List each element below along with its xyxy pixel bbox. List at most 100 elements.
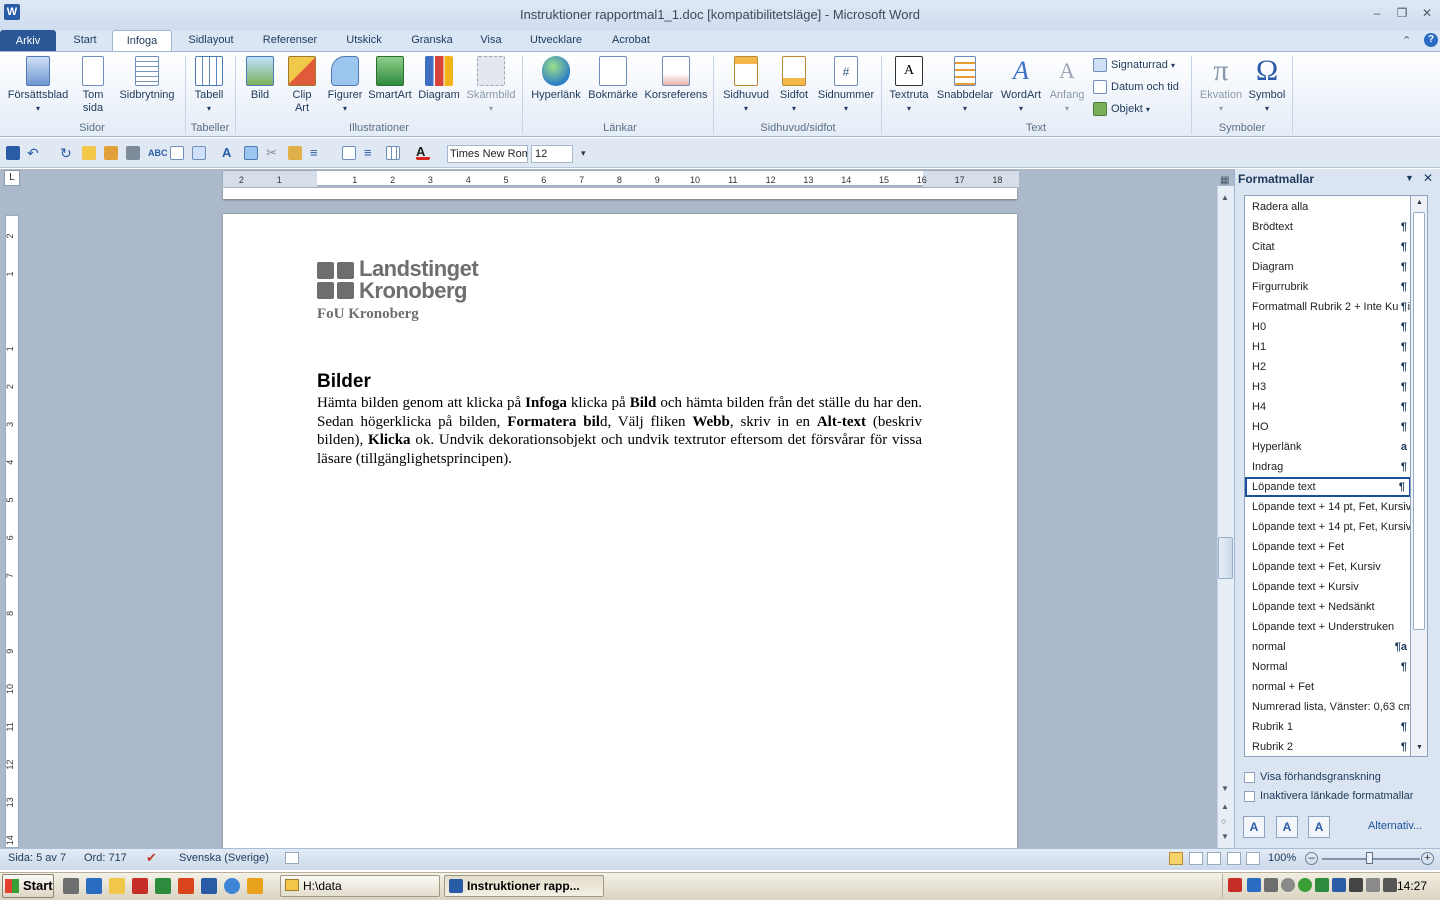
zoom-out-icon[interactable]: –	[1305, 852, 1318, 865]
collapse-ribbon-icon[interactable]: ⌃	[1402, 34, 1411, 47]
objekt-button[interactable]: Objekt ▾	[1093, 100, 1150, 118]
vertical-ruler[interactable]: 2 1 1 2 3 4 5 6 7 8 9 10 11 12 13 14	[5, 215, 19, 848]
tab-arkiv[interactable]: Arkiv	[0, 30, 56, 52]
figurer-button[interactable]: Figurer ▾	[324, 56, 366, 115]
bokmarke-button[interactable]: Bokmärke	[586, 56, 640, 102]
preview-checkbox[interactable]	[1244, 772, 1255, 783]
help-icon[interactable]: ?	[1424, 33, 1438, 47]
picture-small-icon[interactable]	[244, 146, 258, 160]
style-item[interactable]: Citat ¶	[1245, 237, 1410, 257]
taskbar-folder-button[interactable]: H:\data	[280, 875, 440, 897]
taskbar-word-button[interactable]: Instruktioner rapp...	[444, 875, 604, 897]
style-item[interactable]: Firgurrubrik ¶	[1245, 277, 1410, 297]
datum-och-tid-button[interactable]: Datum och tid	[1093, 78, 1179, 96]
tab-utskick[interactable]: Utskick	[336, 30, 392, 52]
style-item[interactable]: Löpande text + Kursiv	[1245, 577, 1410, 597]
tab-utvecklare[interactable]: Utvecklare	[520, 30, 592, 52]
horizontal-ruler[interactable]: 2 1 1 2 3 4 5 6 7 8 9 10 11 12 13 14 15 16 17 18	[222, 170, 1019, 187]
outlook-app-icon[interactable]	[247, 878, 263, 894]
style-item[interactable]: H4 ¶	[1245, 397, 1410, 417]
font-name-field[interactable]: Times New Roman	[447, 145, 528, 163]
pdf-app-icon[interactable]	[132, 878, 148, 894]
tabell-button[interactable]: Tabell ▾	[190, 56, 228, 115]
manage-styles-icon[interactable]: A	[1308, 816, 1330, 838]
wordart-button[interactable]: A WordArt ▾	[998, 56, 1044, 115]
print-preview-icon[interactable]	[170, 146, 184, 160]
scrollbar-thumb[interactable]	[1218, 537, 1233, 579]
style-item[interactable]: Brödtext ¶	[1245, 217, 1410, 237]
redo-icon[interactable]: ↻	[60, 146, 74, 160]
style-item[interactable]: Indrag ¶	[1245, 457, 1410, 477]
disable-linked-checkbox[interactable]	[1244, 791, 1255, 802]
forsattsblad-button[interactable]: Försättsblad ▾	[4, 56, 72, 115]
browser-app-icon[interactable]	[224, 878, 240, 894]
style-item[interactable]: Löpande text ¶	[1245, 477, 1410, 497]
style-item[interactable]: Diagram ¶	[1245, 257, 1410, 277]
pane-close-icon[interactable]: ✕	[1423, 171, 1433, 185]
tray-icon[interactable]	[1281, 878, 1295, 892]
options-link[interactable]: Alternativ...	[1368, 820, 1422, 832]
style-item[interactable]: HO ¶	[1245, 417, 1410, 437]
diagram-button[interactable]: Diagram	[416, 56, 462, 102]
sidbrytning-button[interactable]: Sidbrytning	[114, 56, 180, 102]
clipart-button[interactable]: Clip Art	[284, 56, 320, 115]
style-item[interactable]: Löpande text + Fet, Kursiv	[1245, 557, 1410, 577]
style-inspector-icon[interactable]: A	[1276, 816, 1298, 838]
settings-app-icon[interactable]	[63, 878, 79, 894]
style-item[interactable]: Radera alla	[1245, 197, 1410, 217]
macro-record-icon[interactable]	[285, 852, 299, 864]
outline-view-icon[interactable]	[1227, 852, 1241, 865]
powerpoint-app-icon[interactable]	[178, 878, 194, 894]
scroll-up-icon[interactable]: ▲	[1416, 199, 1423, 206]
cut-icon[interactable]: ✂	[266, 146, 280, 160]
bild-button[interactable]: Bild	[240, 56, 280, 102]
anfang-button[interactable]: A Anfang ▾	[1046, 56, 1088, 115]
full-screen-view-icon[interactable]	[1189, 852, 1203, 865]
volume-icon[interactable]	[1383, 878, 1397, 892]
print-layout-view-icon[interactable]	[1169, 852, 1183, 865]
tom-sida-button[interactable]: Tom sida	[76, 56, 110, 115]
style-item[interactable]: Löpande text + Understruken	[1245, 617, 1410, 637]
tab-visa[interactable]: Visa	[472, 30, 510, 52]
ekvation-button[interactable]: π Ekvation ▾	[1196, 56, 1246, 115]
styles-list[interactable]: Radera alla Brödtext ¶ Citat ¶ Diagram ¶ Firgur…	[1244, 195, 1411, 757]
view-icon[interactable]	[192, 146, 206, 160]
bullets-icon[interactable]: ≡	[310, 146, 324, 160]
style-item[interactable]: Rubrik 1 ¶	[1245, 717, 1410, 737]
style-item[interactable]: normal ¶a	[1245, 637, 1410, 657]
ie-app-icon[interactable]	[86, 878, 102, 894]
scroll-down-icon[interactable]: ▼	[1416, 744, 1423, 751]
save-icon[interactable]	[6, 146, 20, 160]
tray-icon[interactable]	[1349, 878, 1363, 892]
tray-icon[interactable]	[1332, 878, 1346, 892]
tray-icon[interactable]	[1228, 878, 1242, 892]
paste-icon[interactable]	[288, 146, 302, 160]
tab-granska[interactable]: Granska	[402, 30, 462, 52]
folder-app-icon[interactable]	[109, 878, 125, 894]
styles-scroll-thumb[interactable]	[1413, 212, 1425, 630]
style-item[interactable]: Normal ¶	[1245, 657, 1410, 677]
tab-sidlayout[interactable]: Sidlayout	[178, 30, 244, 52]
language-status[interactable]: Svenska (Sverige)	[179, 852, 269, 864]
style-item[interactable]: H0 ¶	[1245, 317, 1410, 337]
tray-icon[interactable]	[1264, 878, 1278, 892]
word-app-taskbar-icon[interactable]	[201, 878, 217, 894]
tab-selector-icon[interactable]: L	[4, 170, 20, 186]
scroll-down-icon[interactable]: ▼	[1221, 784, 1229, 793]
page-count[interactable]: Sida: 5 av 7	[8, 852, 66, 864]
close-icon[interactable]: ✕	[1420, 6, 1434, 20]
tab-start[interactable]: Start	[62, 30, 108, 52]
minimize-icon[interactable]: –	[1370, 6, 1384, 20]
style-item[interactable]: Rubrik 2 ¶	[1245, 737, 1410, 756]
tray-icon[interactable]	[1247, 878, 1261, 892]
draft-view-icon[interactable]	[1246, 852, 1260, 865]
customize-qat-icon[interactable]: ▾	[581, 148, 586, 159]
style-item[interactable]: normal + Fet	[1245, 677, 1410, 697]
styles-list-scrollbar[interactable]: ▲ ▼	[1411, 195, 1428, 757]
clock[interactable]: 14:27	[1397, 879, 1427, 893]
spelling-icon[interactable]: ABC	[148, 146, 168, 160]
web-layout-view-icon[interactable]	[1207, 852, 1221, 865]
sidhuvud-button[interactable]: Sidhuvud ▾	[718, 56, 774, 115]
style-item[interactable]: H3 ¶	[1245, 377, 1410, 397]
zoom-in-icon[interactable]: +	[1421, 852, 1434, 865]
